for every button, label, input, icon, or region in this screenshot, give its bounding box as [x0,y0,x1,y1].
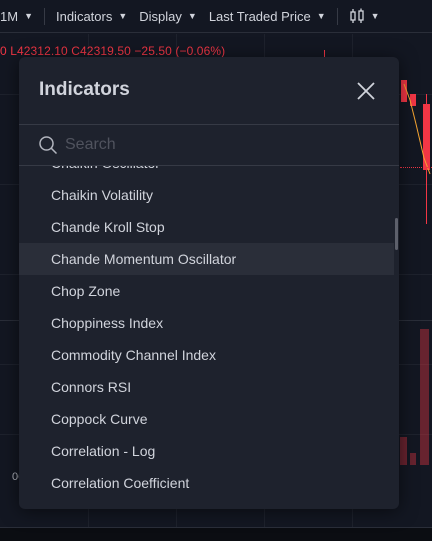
search-input[interactable] [65,133,365,157]
moving-average-line [403,83,431,175]
list-item[interactable]: Connors RSI [19,371,394,403]
list-item[interactable]: Correlation - Log [19,435,394,467]
toolbar-divider [336,7,338,25]
list-item[interactable]: Chaikin Oscillator [19,166,394,179]
chevron-down-icon: ▼ [187,11,197,21]
search-icon [39,136,58,155]
bottom-panel-strip [0,527,432,541]
list-item[interactable]: Chaikin Volatility [19,179,394,211]
dialog-title: Indicators [39,79,130,100]
list-item[interactable]: Chop Zone [19,275,394,307]
indicators-label: Indicators [55,8,113,24]
list-item-hovered[interactable]: Chande Momentum Oscillator [19,243,394,275]
chevron-down-icon: ▼ [316,11,326,21]
price-source-label: Last Traded Price [208,8,311,24]
list-item[interactable]: Chande Kroll Stop [19,211,394,243]
volume-bar [420,329,429,465]
indicator-list-content: Chaikin Oscillator Chaikin Volatility Ch… [19,166,394,499]
chevron-down-icon: ▼ [370,11,380,21]
close-icon [357,82,375,100]
ohlc-readout: 0 L42312.10 C42319.50 −25.50 (−0.06%) [0,44,226,58]
chevron-down-icon: ▼ [118,11,128,21]
chart-type-button[interactable]: ▼ [343,0,386,33]
list-item[interactable]: Correlation Coefficient [19,467,394,499]
display-button[interactable]: Display ▼ [133,0,203,33]
indicators-dialog: Indicators Chaikin Oscillator Chaikin Vo… [19,57,399,509]
toolbar-divider [43,7,45,25]
display-label: Display [139,8,182,24]
volume-bar [410,453,416,465]
chevron-down-icon: ▼ [24,11,33,21]
search-bar [19,125,399,165]
interval-selector[interactable]: 1M ▼ [0,0,39,33]
scrollbar-thumb[interactable] [395,218,398,250]
volume-bar [400,437,407,465]
interval-label: 1M [0,8,19,24]
list-item[interactable]: Choppiness Index [19,307,394,339]
list-item[interactable]: Commodity Channel Index [19,339,394,371]
candles-icon [349,8,364,23]
last-price-line [400,167,432,168]
list-item[interactable]: Coppock Curve [19,403,394,435]
indicators-button[interactable]: Indicators ▼ [50,0,133,33]
indicator-list[interactable]: Chaikin Oscillator Chaikin Volatility Ch… [19,166,399,509]
close-button[interactable] [352,77,380,105]
top-toolbar: 1M ▼ Indicators ▼ Display ▼ Last Traded … [0,0,432,33]
price-source-button[interactable]: Last Traded Price ▼ [203,0,332,33]
